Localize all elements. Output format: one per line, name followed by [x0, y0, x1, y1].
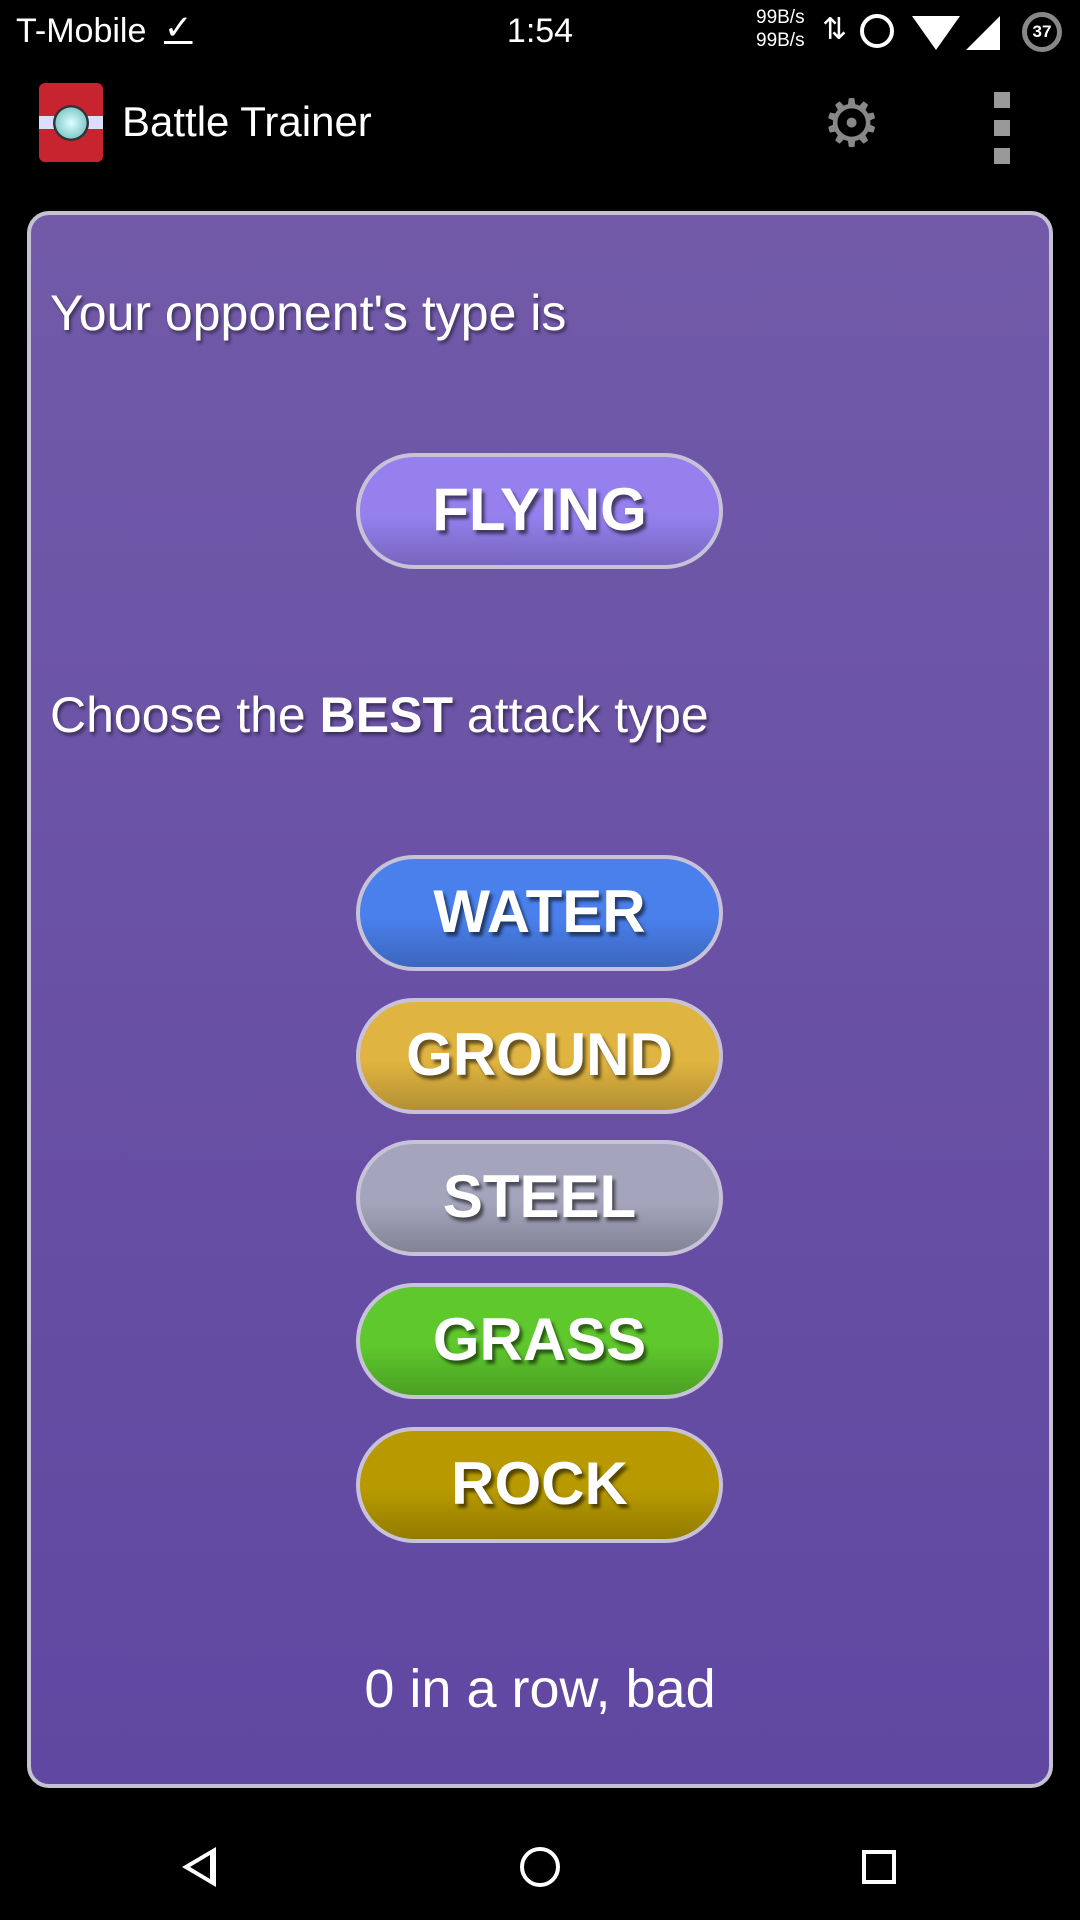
- status-bar: T-Mobile ✓ 1:54 99B/s 99B/s ⇅ 37: [0, 0, 1080, 66]
- data-transfer-icon: ⇅: [822, 13, 848, 46]
- choose-suffix: attack type: [453, 687, 709, 743]
- net-down: 99B/s: [756, 30, 805, 51]
- gear-icon[interactable]: ⚙: [822, 90, 881, 156]
- choose-prefix: Choose the: [50, 687, 320, 743]
- network-speed: 99B/s 99B/s: [756, 6, 805, 52]
- wifi-icon: [912, 16, 960, 50]
- option-water-button[interactable]: WATER: [356, 855, 723, 971]
- alarm-icon: [860, 14, 894, 48]
- cell-signal-icon: [966, 16, 1000, 50]
- streak-text: 0 in a row, bad: [364, 1659, 716, 1719]
- app-logo-icon: [39, 83, 103, 162]
- home-icon[interactable]: [520, 1847, 560, 1887]
- overflow-menu-icon[interactable]: [994, 92, 1010, 176]
- app-title: Battle Trainer: [122, 98, 372, 145]
- option-ground-button[interactable]: GROUND: [356, 998, 723, 1114]
- opponent-prompt: Your opponent's type is: [50, 285, 567, 341]
- choose-prompt: Choose the BEST attack type: [50, 686, 709, 744]
- battery-icon: 37: [1022, 12, 1062, 52]
- back-icon[interactable]: [182, 1847, 216, 1887]
- choose-bold: BEST: [319, 687, 453, 743]
- option-rock-button[interactable]: ROCK: [356, 1427, 723, 1543]
- opponent-type-badge: FLYING: [356, 453, 723, 569]
- net-up: 99B/s: [756, 7, 805, 28]
- recents-icon[interactable]: [862, 1850, 896, 1884]
- option-grass-button[interactable]: GRASS: [356, 1283, 723, 1399]
- option-steel-button[interactable]: STEEL: [356, 1140, 723, 1256]
